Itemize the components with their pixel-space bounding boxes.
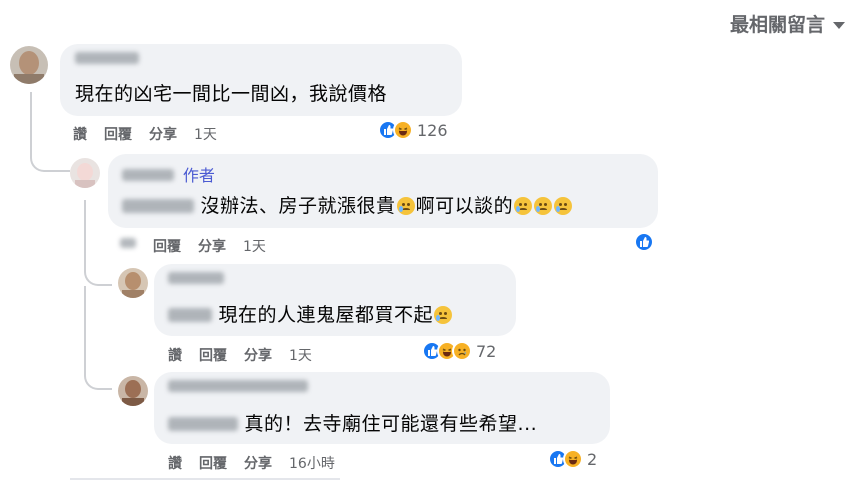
reply-button[interactable]: 回覆 (104, 124, 132, 144)
divider (70, 478, 340, 480)
reaction-summary[interactable]: 72 (422, 341, 496, 361)
reaction-summary[interactable]: 2 (548, 449, 597, 469)
timestamp[interactable]: 1天 (243, 236, 266, 256)
commenter-name[interactable] (168, 272, 224, 288)
comment-text-part: 沒辦法、房子就漲很貴 (200, 195, 396, 217)
avatar[interactable] (118, 376, 148, 406)
reaction-count: 2 (587, 449, 598, 469)
sort-dropdown[interactable]: 最相關留言 (730, 10, 845, 37)
like-button[interactable]: 讚 (73, 124, 87, 144)
share-button[interactable]: 分享 (198, 236, 226, 256)
comment-text: 現在的凶宅一間比一間凶，我說價格 (75, 83, 388, 105)
comment-text-part: 啊可以談的 (415, 195, 514, 217)
reply-button[interactable]: 回覆 (199, 453, 227, 473)
reply-button[interactable]: 回覆 (153, 236, 181, 256)
comment-actions: 讚 回覆 分享 16小時 (168, 453, 335, 473)
comment-actions: 讚 回覆 分享 1天 (168, 345, 312, 365)
sweat-smile-emoji-icon (514, 197, 533, 215)
mention-redacted[interactable] (122, 199, 194, 213)
comment-text-part: 真的！去寺廟住可能還有些希望... (244, 413, 538, 435)
comment-text: 沒辦法、房子就漲很貴 啊可以談的 (122, 191, 573, 218)
haha-icon (393, 120, 413, 140)
like-button[interactable]: 讚 (168, 345, 182, 365)
comment-text-part: 現在的人連鬼屋都買不起 (218, 304, 434, 326)
chevron-down-icon (833, 21, 845, 29)
share-button[interactable]: 分享 (149, 124, 177, 144)
haha-icon (563, 449, 583, 469)
sweat-smile-emoji-icon (396, 197, 415, 215)
comment-actions: 回覆 分享 1天 (120, 236, 266, 256)
like-button[interactable] (120, 236, 136, 256)
timestamp[interactable]: 1天 (194, 124, 217, 144)
like-icon (634, 232, 654, 252)
timestamp[interactable]: 1天 (289, 345, 312, 365)
sweat-smile-emoji-icon (534, 197, 553, 215)
share-button[interactable]: 分享 (244, 453, 272, 473)
comment-text: 真的！去寺廟住可能還有些希望... (168, 409, 537, 436)
thread-line (84, 286, 112, 390)
comment-text: 現在的人連鬼屋都買不起 (168, 300, 453, 327)
name-redacted (168, 272, 224, 284)
reaction-count: 126 (417, 120, 448, 140)
avatar[interactable] (10, 46, 48, 84)
reaction-summary[interactable]: 126 (378, 120, 448, 140)
sweat-smile-emoji-icon (554, 197, 573, 215)
timestamp[interactable]: 16小時 (289, 453, 335, 473)
share-button[interactable]: 分享 (244, 345, 272, 365)
sort-label: 最相關留言 (729, 14, 825, 36)
name-redacted (75, 52, 139, 64)
mention-redacted[interactable] (168, 417, 238, 431)
avatar[interactable] (70, 158, 100, 188)
author-badge: 作者 (182, 166, 215, 185)
like-button[interactable]: 讚 (168, 453, 182, 473)
sweat-smile-emoji-icon (434, 306, 453, 324)
sad-icon (452, 341, 472, 361)
commenter-name[interactable] (75, 52, 139, 68)
reaction-summary[interactable] (634, 232, 654, 252)
reply-button[interactable]: 回覆 (199, 345, 227, 365)
name-redacted (122, 169, 174, 181)
commenter-name[interactable] (168, 380, 308, 396)
avatar[interactable] (118, 268, 148, 298)
commenter-name[interactable]: 作者 (122, 162, 215, 186)
mention-redacted[interactable] (168, 308, 212, 322)
name-redacted (168, 380, 308, 392)
reaction-count: 72 (476, 341, 497, 361)
comment-actions: 讚 回覆 分享 1天 (73, 124, 217, 144)
